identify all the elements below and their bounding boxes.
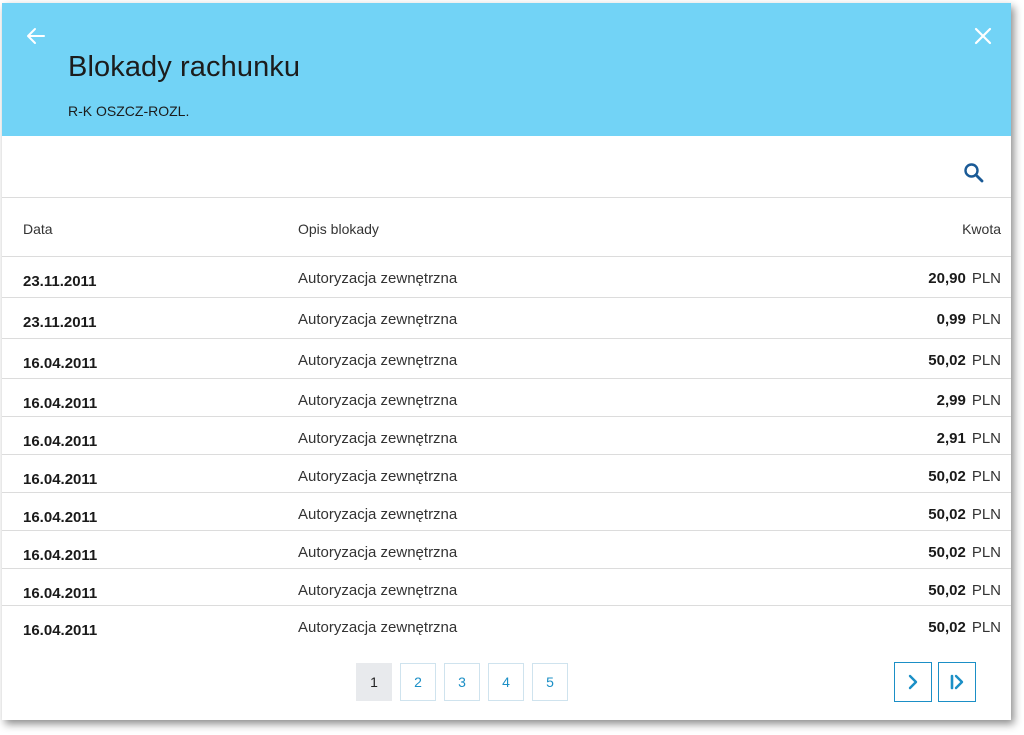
blocks-table: 23.11.2011 Autoryzacja zewnętrzna 20,90 P…: [2, 257, 1011, 643]
row-amount: 50,02 PLN: [928, 544, 1001, 561]
column-header-date[interactable]: Data: [23, 221, 53, 237]
table-row[interactable]: 23.11.2011 Autoryzacja zewnętrzna 20,90 P…: [2, 257, 1011, 298]
row-description: Autoryzacja zewnętrzna: [298, 311, 458, 328]
last-page-button[interactable]: [938, 662, 976, 702]
table-row[interactable]: 16.04.2011 Autoryzacja zewnętrzna 2,91 PL…: [2, 417, 1011, 455]
row-description: Autoryzacja zewnętrzna: [298, 544, 458, 561]
row-description: Autoryzacja zewnętrzna: [298, 506, 458, 523]
amount-value: 2,99: [936, 392, 966, 409]
row-date: 16.04.2011: [23, 471, 98, 488]
dialog-header: Blokady rachunku R-K OSZCZ-ROZL.: [2, 3, 1011, 136]
column-header-description[interactable]: Opis blokady: [298, 221, 379, 237]
page-button-5[interactable]: 5: [532, 663, 568, 701]
table-row[interactable]: 23.11.2011 Autoryzacja zewnętrzna 0,99 PL…: [2, 298, 1011, 339]
row-amount: 50,02 PLN: [928, 582, 1001, 599]
search-button[interactable]: [962, 161, 986, 185]
table-row[interactable]: 16.04.2011 Autoryzacja zewnętrzna 50,02 P…: [2, 569, 1011, 606]
arrow-left-icon: [27, 28, 45, 44]
amount-currency: PLN: [971, 619, 1001, 636]
search-bar: [2, 136, 1011, 198]
close-button[interactable]: [972, 25, 994, 47]
row-date: 23.11.2011: [23, 273, 97, 290]
row-date: 16.04.2011: [23, 622, 98, 639]
table-row[interactable]: 16.04.2011 Autoryzacja zewnętrzna 50,02 P…: [2, 493, 1011, 531]
page-button-1[interactable]: 1: [356, 663, 392, 701]
amount-value: 50,02: [928, 619, 966, 636]
row-description: Autoryzacja zewnętrzna: [298, 352, 458, 369]
close-icon: [974, 27, 992, 45]
row-amount: 50,02 PLN: [928, 619, 1001, 636]
table-row[interactable]: 16.04.2011 Autoryzacja zewnętrzna 50,02 P…: [2, 339, 1011, 379]
account-name: R-K OSZCZ-ROZL.: [68, 103, 190, 119]
amount-value: 50,02: [928, 468, 966, 485]
amount-value: 0,99: [936, 311, 966, 328]
account-blocks-dialog: Blokady rachunku R-K OSZCZ-ROZL. Data Op…: [2, 3, 1011, 720]
amount-value: 50,02: [928, 582, 966, 599]
row-date: 23.11.2011: [23, 314, 97, 331]
amount-currency: PLN: [971, 506, 1001, 523]
amount-currency: PLN: [971, 352, 1001, 369]
amount-value: 50,02: [928, 544, 966, 561]
row-amount: 50,02 PLN: [928, 352, 1001, 369]
amount-value: 2,91: [936, 430, 966, 447]
column-header-amount[interactable]: Kwota: [962, 221, 1001, 237]
amount-currency: PLN: [971, 582, 1001, 599]
row-description: Autoryzacja zewnętrzna: [298, 270, 458, 287]
row-description: Autoryzacja zewnętrzna: [298, 468, 458, 485]
row-date: 16.04.2011: [23, 433, 98, 450]
amount-currency: PLN: [971, 270, 1001, 287]
row-amount: 0,99 PLN: [937, 311, 1001, 328]
page-button-4[interactable]: 4: [488, 663, 524, 701]
row-amount: 50,02 PLN: [928, 468, 1001, 485]
table-row[interactable]: 16.04.2011 Autoryzacja zewnętrzna 2,99 PL…: [2, 379, 1011, 417]
row-description: Autoryzacja zewnętrzna: [298, 392, 458, 409]
amount-currency: PLN: [971, 468, 1001, 485]
page-button-3[interactable]: 3: [444, 663, 480, 701]
amount-currency: PLN: [971, 544, 1001, 561]
next-page-button[interactable]: [894, 662, 932, 702]
page-title: Blokady rachunku: [68, 51, 301, 83]
chevron-last-icon: [950, 674, 964, 690]
amount-currency: PLN: [971, 311, 1001, 328]
table-row[interactable]: 16.04.2011 Autoryzacja zewnętrzna 50,02 P…: [2, 606, 1011, 643]
amount-currency: PLN: [971, 392, 1001, 409]
row-description: Autoryzacja zewnętrzna: [298, 582, 458, 599]
back-button[interactable]: [24, 25, 48, 47]
page-button-2[interactable]: 2: [400, 663, 436, 701]
amount-value: 50,02: [928, 352, 966, 369]
row-amount: 50,02 PLN: [928, 506, 1001, 523]
row-date: 16.04.2011: [23, 547, 98, 564]
row-description: Autoryzacja zewnętrzna: [298, 619, 458, 636]
search-icon: [964, 163, 984, 183]
table-row[interactable]: 16.04.2011 Autoryzacja zewnętrzna 50,02 P…: [2, 531, 1011, 569]
row-date: 16.04.2011: [23, 395, 98, 412]
row-amount: 2,99 PLN: [937, 392, 1001, 409]
row-date: 16.04.2011: [23, 355, 98, 372]
amount-value: 50,02: [928, 506, 966, 523]
amount-value: 20,90: [928, 270, 966, 287]
row-date: 16.04.2011: [23, 585, 98, 602]
row-amount: 2,91 PLN: [937, 430, 1001, 447]
row-date: 16.04.2011: [23, 509, 98, 526]
amount-currency: PLN: [971, 430, 1001, 447]
row-amount: 20,90 PLN: [928, 270, 1001, 287]
chevron-right-icon: [908, 674, 918, 690]
row-description: Autoryzacja zewnętrzna: [298, 430, 458, 447]
table-row[interactable]: 16.04.2011 Autoryzacja zewnętrzna 50,02 P…: [2, 455, 1011, 493]
